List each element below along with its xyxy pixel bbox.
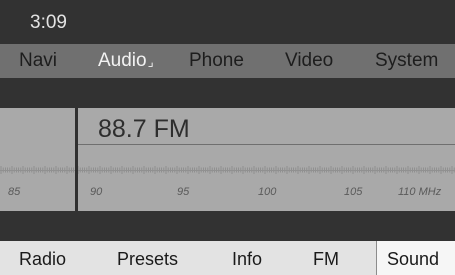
scale-label-85: 85 [8,186,21,198]
function-info[interactable]: Info [232,248,262,270]
menu-item-navi[interactable]: Navi [19,48,57,74]
function-radio[interactable]: Radio [19,248,66,270]
frequency-readout: 88.7 FM [98,115,190,143]
divider-strip [0,78,455,108]
scale-label-90: 90 [90,186,103,198]
scale-label-100: 100 [258,186,277,198]
main-menu: Navi Audio⌟ Phone Video System [0,44,455,78]
radio-screen: 3:09 Navi Audio⌟ Phone Video System 88.7… [0,0,455,275]
scale-label-95: 95 [177,186,190,198]
menu-item-phone[interactable]: Phone [189,48,244,74]
bottom-strip [0,211,455,241]
scale-label-105: 105 [344,186,363,198]
menu-item-audio[interactable]: Audio⌟ [98,48,154,75]
status-bar: 3:09 [0,0,455,44]
scale-baseline [0,170,455,171]
function-sound[interactable]: Sound [376,241,455,275]
tuner-display[interactable]: 88.7 FM 85 90 95 100 105 110 MHz [0,108,455,211]
function-presets[interactable]: Presets [117,248,178,270]
menu-item-system[interactable]: System [375,48,438,74]
tuning-needle[interactable] [75,108,78,211]
menu-item-video[interactable]: Video [285,48,333,74]
scale-label-110: 110 MHz [398,186,442,198]
menu-item-audio-label: Audio [98,50,147,71]
function-sound-label: Sound [387,249,440,269]
clock: 3:09 [30,12,67,33]
function-fm[interactable]: FM [313,248,339,270]
function-bar: Radio Presets Info FM Sound [0,241,455,275]
separator-line [78,144,455,145]
submenu-indicator-icon: ⌟ [147,54,154,69]
